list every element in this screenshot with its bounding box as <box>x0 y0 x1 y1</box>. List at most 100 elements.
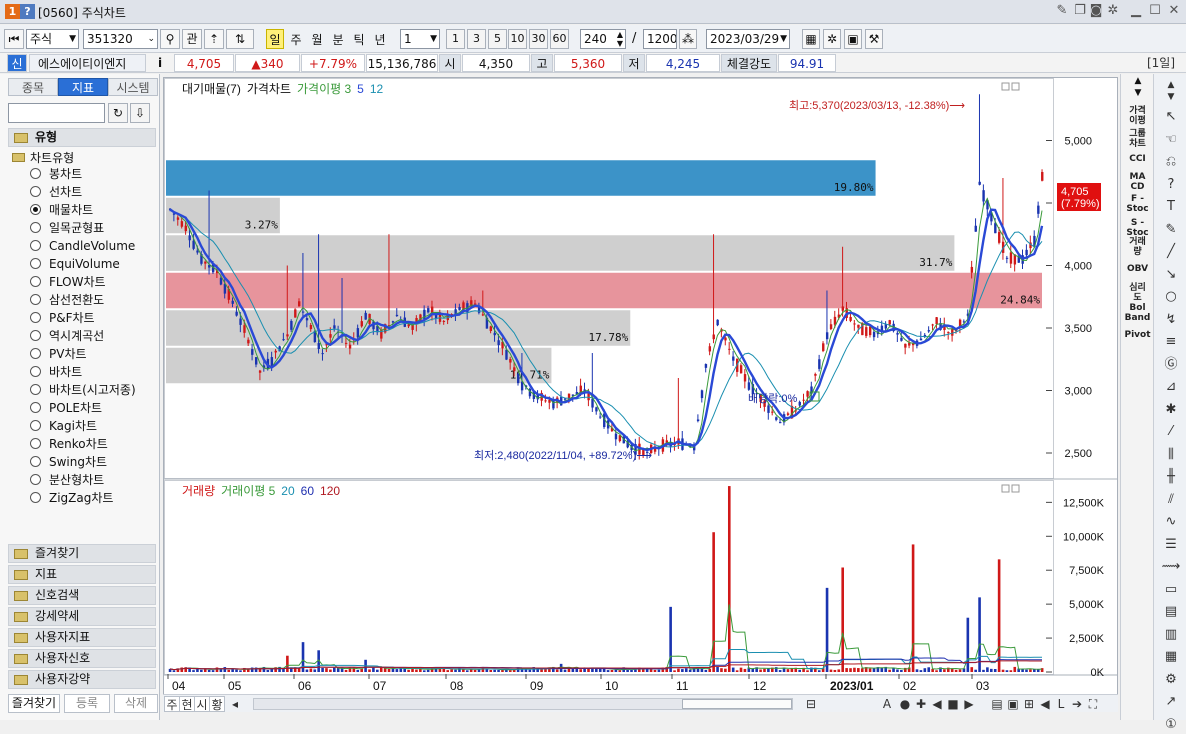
radio-button[interactable] <box>30 330 41 341</box>
indicator-0[interactable]: 가격 이평 <box>1122 106 1153 126</box>
sync-icon[interactable]: ⇡ <box>204 29 224 49</box>
bottom-tab-1[interactable]: 현 <box>179 696 195 712</box>
radio-button[interactable] <box>30 258 41 269</box>
scroll-down-icon[interactable]: ▼ <box>1127 88 1149 98</box>
radio-button[interactable] <box>30 312 41 323</box>
market-select[interactable]: 주식 ▼ <box>26 29 79 49</box>
indicator-10[interactable]: Pivot <box>1122 330 1153 340</box>
radio-button[interactable] <box>30 186 41 197</box>
settings-icon[interactable]: ⚙ <box>1160 671 1182 689</box>
save-chart-icon[interactable]: ▣ <box>1005 696 1021 712</box>
help-badge[interactable]: ? <box>20 4 35 19</box>
info-icon[interactable]: i <box>150 54 170 72</box>
period-3[interactable]: 분 <box>329 29 347 49</box>
minimize-icon[interactable]: ▁ <box>1128 3 1144 19</box>
period-4[interactable]: 틱 <box>350 29 368 49</box>
arrow-right-icon[interactable]: ➔ <box>1069 696 1085 712</box>
interval-button-60[interactable]: 60 <box>550 29 569 49</box>
radio-button[interactable] <box>30 438 41 449</box>
next-icon[interactable]: ▶ <box>961 696 977 712</box>
radio-button[interactable] <box>30 348 41 359</box>
favorites-footer-button[interactable]: 즐겨찾기 <box>8 694 60 713</box>
radio-button[interactable] <box>30 402 41 413</box>
delete-button[interactable]: 삭제 <box>114 694 158 713</box>
radio-button[interactable] <box>30 420 41 431</box>
prev-stock-icon[interactable]: ⏮ <box>4 29 24 49</box>
search-icon[interactable]: ⚲ <box>160 29 180 49</box>
cursor-icon[interactable]: ↖ <box>1160 108 1182 126</box>
tools-icon[interactable]: ⚒ <box>865 29 883 49</box>
trendline-icon[interactable]: ╱ <box>1160 243 1182 261</box>
scroll-up-icon[interactable]: ▲ <box>1127 76 1149 86</box>
scroll-down-icon[interactable]: ▼ <box>1160 88 1182 106</box>
radio-button[interactable] <box>30 168 41 179</box>
interval-button-30[interactable]: 30 <box>529 29 548 49</box>
radio-button[interactable] <box>30 240 41 251</box>
interval-button-5[interactable]: 5 <box>488 29 507 49</box>
list-icon[interactable]: ☰ <box>1160 536 1182 554</box>
chart-canvas[interactable]: 1.35%10.71%17.78%24.84%31.7%3.27%19.80%2… <box>164 78 1117 694</box>
close-icon[interactable]: ✕ <box>1166 3 1182 19</box>
radio-button[interactable] <box>30 384 41 395</box>
left-section[interactable]: 신호검색 <box>8 586 156 605</box>
fullscreen-icon[interactable]: ⛶ <box>1085 696 1101 712</box>
bottom-tab-3[interactable]: 황 <box>209 696 225 712</box>
updown-icon[interactable]: ⇅ <box>226 29 254 49</box>
text-icon[interactable]: T <box>1160 198 1182 216</box>
bottom-tab-0[interactable]: 주 <box>164 696 180 712</box>
indicator-5[interactable]: S - Stoc <box>1122 218 1153 238</box>
radio-button[interactable] <box>30 294 41 305</box>
interval-select[interactable]: 1 ▼ <box>400 29 440 49</box>
section-type[interactable]: 유형 <box>8 128 156 147</box>
eraser-icon[interactable]: ⎌ <box>1160 153 1182 171</box>
circle-icon[interactable]: ○ <box>1160 288 1182 306</box>
channel-icon[interactable]: ≡ <box>1160 333 1182 351</box>
total-count-input[interactable]: 1200 <box>643 29 677 49</box>
radio-button[interactable] <box>30 204 41 215</box>
pencil-icon[interactable]: ✎ <box>1160 221 1182 239</box>
layout-icon[interactable]: ⊞ <box>1021 696 1037 712</box>
settings-icon[interactable]: ✲ <box>823 29 841 49</box>
camera-icon[interactable]: ◙ <box>1088 3 1104 19</box>
period-5[interactable]: 년 <box>371 29 389 49</box>
scroll-left-icon[interactable]: ◂ <box>227 696 243 712</box>
window-icon[interactable]: ▭ <box>1160 581 1182 599</box>
scroll-thumb[interactable] <box>682 699 792 709</box>
register-button[interactable]: 등록 <box>64 694 110 713</box>
interval-button-3[interactable]: 3 <box>467 29 486 49</box>
save-icon[interactable]: ▣ <box>844 29 862 49</box>
left-section[interactable]: 즐겨찾기 <box>8 544 156 563</box>
fx-icon[interactable]: ↗ <box>1160 693 1182 711</box>
excel-icon[interactable]: ▤ <box>989 696 1005 712</box>
window-number-badge[interactable]: 1 <box>5 4 20 19</box>
radio-button[interactable] <box>30 456 41 467</box>
left-section[interactable]: 사용자지표 <box>8 628 156 647</box>
bar-icon[interactable]: ▥ <box>1160 626 1182 644</box>
pane-corner-button[interactable] <box>1001 484 1010 493</box>
indicator-6[interactable]: 거래 량 <box>1122 237 1153 257</box>
copy-icon[interactable]: ❐ <box>1072 3 1088 19</box>
interval-button-1[interactable]: 1 <box>446 29 465 49</box>
zigzag-icon[interactable]: ↯ <box>1160 311 1182 329</box>
radio-button[interactable] <box>30 474 41 485</box>
gear-icon[interactable]: ✲ <box>1105 3 1121 19</box>
zoom-out-icon[interactable]: ● <box>897 696 913 712</box>
pane-corner-button[interactable] <box>1011 82 1020 91</box>
period-0[interactable]: 일 <box>266 29 284 49</box>
hand-icon[interactable]: ☜ <box>1160 131 1182 149</box>
pane-corner-button[interactable] <box>1011 484 1020 493</box>
font-icon[interactable]: A <box>879 696 895 712</box>
grid-icon[interactable]: ╫ <box>1160 468 1182 486</box>
tab-stocks[interactable]: 종목 <box>8 78 58 96</box>
zoom-slider-icon[interactable]: ⊟ <box>803 696 819 712</box>
table-icon[interactable]: ▦ <box>1160 648 1182 666</box>
view-count-input[interactable]: 240 ▲ ▼ <box>580 29 626 49</box>
maximize-icon[interactable]: ☐ <box>1147 3 1163 19</box>
pane-corner-button[interactable] <box>1001 82 1010 91</box>
left-section[interactable]: 지표 <box>8 565 156 584</box>
indicator-3[interactable]: MA CD <box>1122 172 1153 192</box>
chart-area[interactable]: 1.35%10.71%17.78%24.84%31.7%3.27%19.80%2… <box>163 77 1118 709</box>
zoom-in-icon[interactable]: ✚ <box>913 696 929 712</box>
download-icon[interactable]: ⇩ <box>130 103 150 123</box>
fibo-icon[interactable]: ⫼ <box>1160 446 1182 464</box>
